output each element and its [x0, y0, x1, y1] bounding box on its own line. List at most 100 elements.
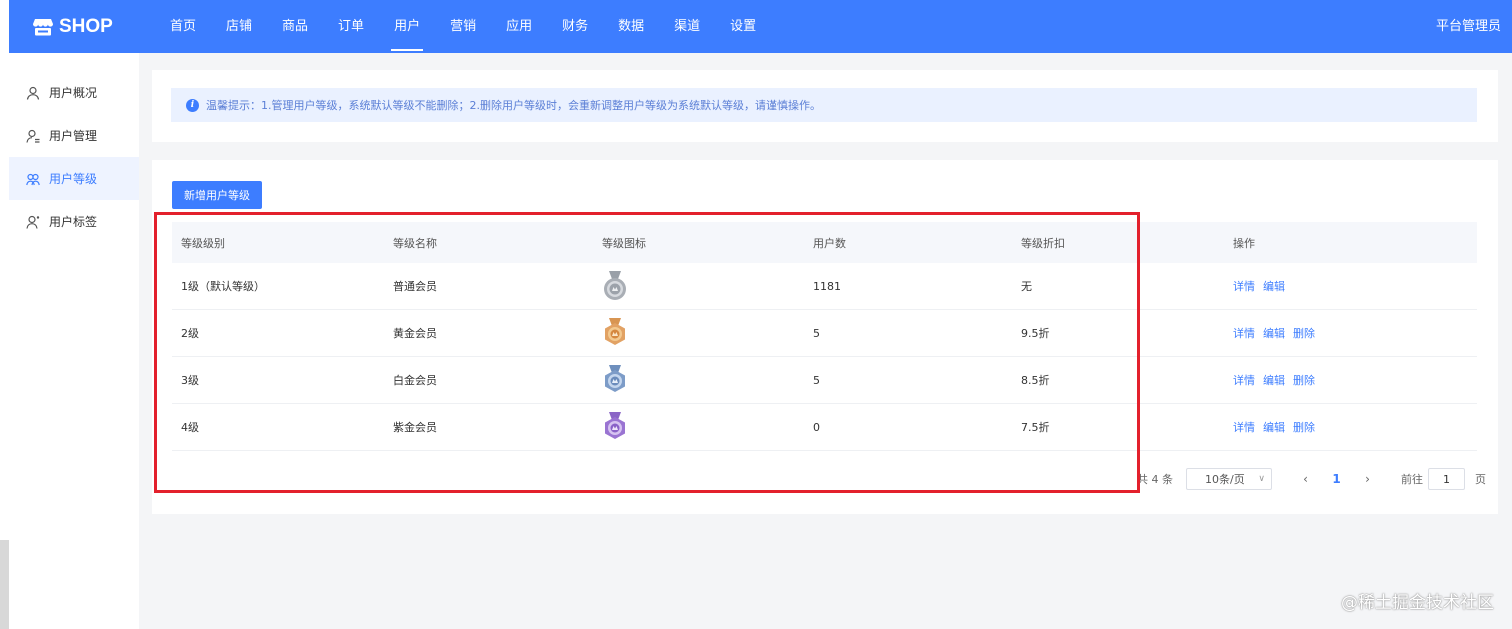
user-tag-icon: [26, 215, 40, 229]
column-header-icon: 等级图标: [602, 236, 646, 250]
actions-cell: 详情 编辑 删除: [1224, 419, 1477, 435]
user-group-icon: [26, 173, 40, 185]
sidebar: 用户概况 用户管理 用户等级 用户标签: [9, 53, 139, 629]
watermark: @稀土掘金技术社区: [1341, 593, 1494, 613]
table-row: 3级 白金会员 5 8.5折 详情 编辑 删除: [172, 357, 1477, 404]
chevron-down-icon: ∨: [1258, 474, 1265, 484]
users-cell: 1181: [813, 279, 841, 293]
name-cell: 白金会员: [393, 374, 437, 387]
users-cell: 5: [813, 326, 820, 340]
goto-label: 前往: [1401, 473, 1423, 486]
discount-cell: 8.5折: [1021, 374, 1050, 387]
medal-gold-icon: [605, 318, 625, 345]
user-level-table: 等级级别 等级名称 等级图标 用户数 等级折扣 操作 1级（默认等级） 普通会员…: [172, 222, 1477, 451]
goto-page-input[interactable]: [1428, 468, 1465, 490]
add-user-level-button[interactable]: 新增用户等级: [172, 181, 262, 209]
name-cell: 普通会员: [393, 280, 437, 293]
chevron-left-icon[interactable]: ‹: [1290, 472, 1321, 486]
medal-platinum-icon: [605, 365, 625, 392]
sidebar-item-user-management[interactable]: 用户管理: [9, 114, 139, 157]
detail-link[interactable]: 详情: [1233, 280, 1255, 293]
delete-link[interactable]: 删除: [1293, 421, 1315, 434]
column-header-discount: 等级折扣: [1021, 236, 1065, 250]
tip-card: i 温馨提示：1.管理用户等级，系统默认等级不能删除；2.删除用户等级时，会重新…: [152, 70, 1498, 142]
name-cell: 黄金会员: [393, 327, 437, 340]
users-cell: 0: [813, 420, 820, 434]
main-nav: 首页 店铺 商品 订单 用户 营销 应用 财务 数据 渠道 设置: [155, 0, 771, 53]
icon-cell: [593, 364, 804, 396]
column-header-level: 等级级别: [181, 236, 225, 250]
column-header-name: 等级名称: [393, 236, 437, 250]
table-row: 1级（默认等级） 普通会员 1181 无 详情 编辑: [172, 263, 1477, 310]
discount-cell: 无: [1021, 280, 1032, 293]
edit-link[interactable]: 编辑: [1263, 421, 1285, 434]
nav-apps[interactable]: 应用: [491, 0, 547, 53]
name-cell: 紫金会员: [393, 421, 437, 434]
sidebar-item-label: 用户管理: [49, 129, 98, 143]
nav-channels[interactable]: 渠道: [659, 0, 715, 53]
column-header-users: 用户数: [813, 236, 846, 250]
chevron-right-icon[interactable]: ›: [1352, 472, 1383, 486]
sidebar-item-label: 用户等级: [49, 172, 98, 186]
icon-cell: [593, 411, 804, 443]
sidebar-item-label: 用户标签: [49, 215, 98, 229]
level-cell: 3级: [181, 374, 199, 387]
actions-cell: 详情 编辑 删除: [1224, 325, 1477, 341]
page-size-select[interactable]: 10条/页 ∨: [1186, 468, 1272, 490]
current-page[interactable]: 1: [1321, 472, 1352, 486]
sidebar-item-label: 用户概况: [49, 86, 98, 100]
users-cell: 5: [813, 373, 820, 387]
top-navbar: SHOP 首页 店铺 商品 订单 用户 营销 应用 财务 数据 渠道 设置 平台…: [9, 0, 1512, 53]
table-row: 4级 紫金会员 0 7.5折 详情 编辑 删除: [172, 404, 1477, 451]
level-cell: 1级（默认等级）: [181, 280, 265, 293]
tip-text: 温馨提示：1.管理用户等级，系统默认等级不能删除；2.删除用户等级时，会重新调整…: [206, 99, 821, 112]
user-level-panel: 新增用户等级 等级级别 等级名称 等级图标 用户数 等级折扣 操作 1级（默认等…: [152, 160, 1498, 514]
nav-settings[interactable]: 设置: [715, 0, 771, 53]
level-cell: 2级: [181, 327, 199, 340]
icon-cell: [593, 317, 804, 349]
nav-orders[interactable]: 订单: [323, 0, 379, 53]
logo-text: SHOP: [59, 15, 113, 37]
edit-link[interactable]: 编辑: [1263, 280, 1285, 293]
edit-link[interactable]: 编辑: [1263, 327, 1285, 340]
column-header-actions: 操作: [1233, 236, 1255, 250]
user-manage-icon: [26, 129, 40, 143]
admin-account-menu[interactable]: 平台管理员: [1436, 0, 1501, 53]
actions-cell: 详情 编辑: [1224, 278, 1477, 294]
nav-store[interactable]: 店铺: [211, 0, 267, 53]
nav-marketing[interactable]: 营销: [435, 0, 491, 53]
detail-link[interactable]: 详情: [1233, 327, 1255, 340]
nav-finance[interactable]: 财务: [547, 0, 603, 53]
table-header: 等级级别 等级名称 等级图标 用户数 等级折扣 操作: [172, 222, 1477, 263]
actions-cell: 详情 编辑 删除: [1224, 372, 1477, 388]
sidebar-item-user-overview[interactable]: 用户概况: [9, 71, 139, 114]
logo[interactable]: SHOP: [33, 16, 155, 38]
medal-silver-icon: [604, 271, 626, 300]
pagination-total: 共 4 条: [1137, 473, 1173, 486]
pagination: 共 4 条 10条/页 ∨ ‹ 1 › 前往 页: [1137, 467, 1486, 491]
discount-cell: 7.5折: [1021, 421, 1050, 434]
table-row: 2级 黄金会员 5 9.5折 详情 编辑 删除: [172, 310, 1477, 357]
nav-data[interactable]: 数据: [603, 0, 659, 53]
nav-goods[interactable]: 商品: [267, 0, 323, 53]
detail-link[interactable]: 详情: [1233, 374, 1255, 387]
icon-cell: [593, 270, 804, 302]
sidebar-item-user-level[interactable]: 用户等级: [9, 157, 139, 200]
user-icon: [26, 86, 40, 100]
left-edge-scroll: [0, 540, 9, 629]
medal-purple-icon: [605, 412, 625, 439]
delete-link[interactable]: 删除: [1293, 374, 1315, 387]
page-size-value: 10条/页: [1205, 473, 1245, 486]
delete-link[interactable]: 删除: [1293, 327, 1315, 340]
detail-link[interactable]: 详情: [1233, 421, 1255, 434]
discount-cell: 9.5折: [1021, 327, 1050, 340]
edit-link[interactable]: 编辑: [1263, 374, 1285, 387]
level-cell: 4级: [181, 421, 199, 434]
goto-suffix: 页: [1475, 473, 1486, 486]
left-edge-strip: [0, 0, 9, 629]
info-icon: i: [186, 98, 199, 112]
nav-users[interactable]: 用户: [379, 0, 435, 53]
sidebar-item-user-tags[interactable]: 用户标签: [9, 200, 139, 243]
nav-home[interactable]: 首页: [155, 0, 211, 53]
store-icon: [33, 18, 53, 35]
